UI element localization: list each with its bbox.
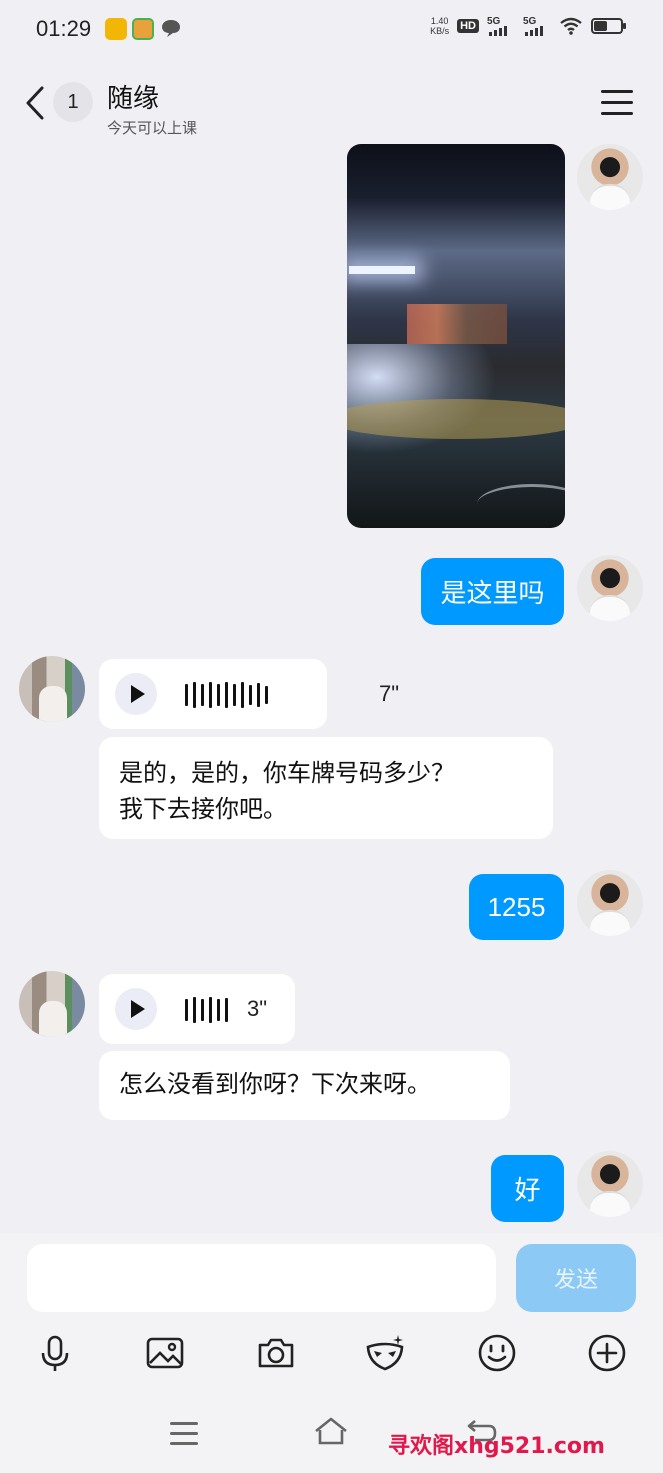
play-icon[interactable]: [115, 673, 157, 715]
my-message-bubble[interactable]: 1255: [469, 874, 564, 940]
my-message-bubble[interactable]: 好: [491, 1155, 564, 1222]
back-arrow-icon[interactable]: [22, 84, 48, 122]
wifi-icon: [560, 17, 582, 35]
net-speed: 1.40 KB/s: [430, 16, 450, 36]
voice-duration: 7": [379, 681, 400, 706]
battery-icon: [591, 18, 626, 34]
status-time: 01:29: [36, 16, 92, 41]
contact-message-bubble[interactable]: 是的，是的，你车牌号码多少？ 我下去接你吧。: [99, 737, 553, 839]
contact-name[interactable]: 随缘: [107, 78, 159, 115]
my-message-bubble[interactable]: 是这里吗: [421, 558, 564, 625]
my-avatar[interactable]: [577, 870, 643, 936]
signal-5g-icon-2: 5G: [523, 16, 551, 36]
app-notification-icon: [105, 18, 127, 40]
contact-avatar[interactable]: [19, 656, 85, 722]
unread-count-badge[interactable]: 1: [53, 82, 93, 122]
send-button[interactable]: 发送: [516, 1244, 636, 1312]
message-line: 我下去接你吧。: [119, 795, 287, 823]
system-nav-bar: 寻欢阁xhg521.com: [0, 1398, 663, 1473]
microphone-icon[interactable]: [35, 1333, 75, 1373]
waveform-icon: [185, 681, 268, 709]
hd-voice-icon: HD: [457, 19, 479, 33]
voice-message[interactable]: 7": [99, 659, 399, 729]
recent-apps-icon[interactable]: [170, 1422, 198, 1452]
message-input[interactable]: [27, 1244, 496, 1312]
voice-message[interactable]: 3": [99, 974, 295, 1044]
plus-icon[interactable]: [587, 1333, 627, 1373]
image-message[interactable]: [347, 144, 565, 528]
input-area: 发送: [0, 1233, 663, 1398]
waveform-icon: [185, 996, 228, 1024]
video-app-notification-icon: [132, 18, 154, 40]
my-avatar[interactable]: [577, 144, 643, 210]
emoji-icon[interactable]: [477, 1333, 517, 1373]
play-icon[interactable]: [115, 988, 157, 1030]
menu-icon[interactable]: [601, 90, 633, 116]
message-notification-icon: [162, 20, 180, 37]
watermark-text: 寻欢阁xhg521.com: [388, 1434, 605, 1459]
my-avatar[interactable]: [577, 555, 643, 621]
signal-5g-icon-1: 5G: [487, 16, 515, 36]
mask-icon[interactable]: [365, 1333, 405, 1373]
home-icon[interactable]: [313, 1416, 349, 1446]
contact-message-bubble[interactable]: 怎么没看到你呀？下次来呀。: [99, 1051, 510, 1120]
image-icon[interactable]: [145, 1333, 185, 1373]
status-bar: 01:29 1.40 KB/s HD 5G 5G: [0, 0, 663, 60]
voice-duration: 3": [247, 996, 268, 1021]
camera-icon[interactable]: [256, 1333, 296, 1373]
chat-header: 1 随缘 今天可以上课: [0, 70, 663, 140]
message-line: 是的，是的，你车牌号码多少？: [119, 759, 455, 787]
contact-status: 今天可以上课: [107, 119, 198, 137]
my-avatar[interactable]: [577, 1151, 643, 1217]
contact-avatar[interactable]: [19, 971, 85, 1037]
